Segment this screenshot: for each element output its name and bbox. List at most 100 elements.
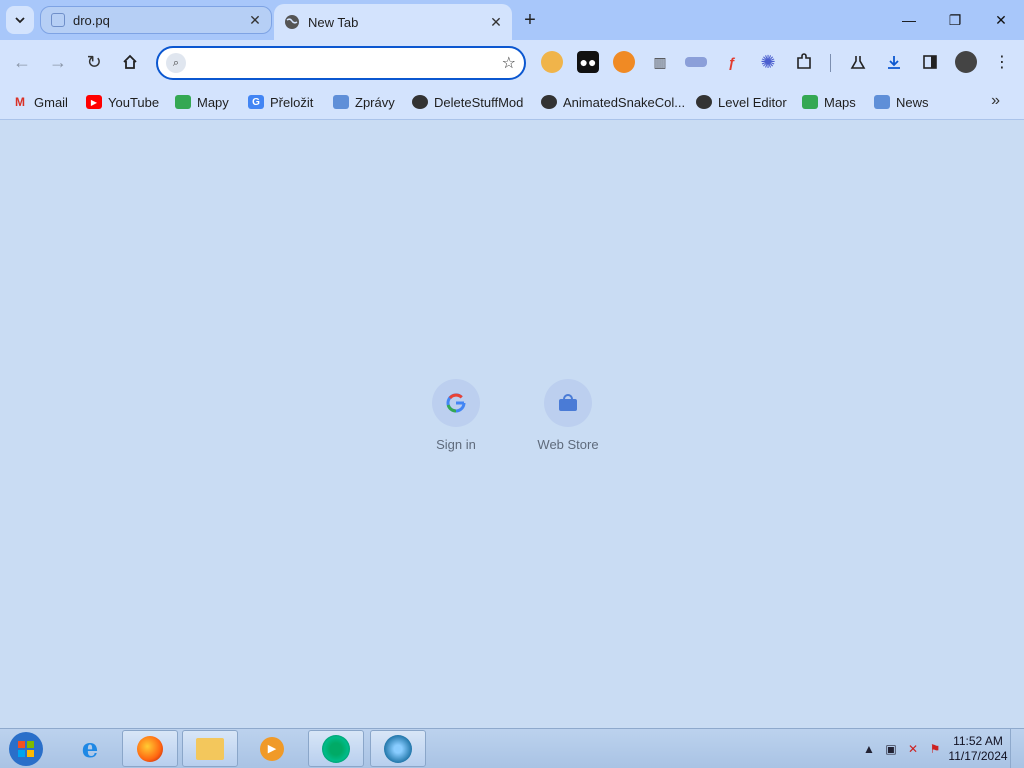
google-icon bbox=[432, 379, 480, 427]
action-center-icon[interactable]: ⚑ bbox=[924, 738, 946, 760]
tab-title: dro.pq bbox=[73, 12, 110, 28]
network-icon[interactable]: ▣ bbox=[880, 738, 902, 760]
chevron-down-icon bbox=[15, 17, 25, 24]
menu-kebab-icon[interactable]: ⋮ bbox=[991, 51, 1013, 73]
bookmark-label: Maps bbox=[824, 94, 856, 110]
globe-icon bbox=[412, 95, 428, 109]
bookmark-star-icon[interactable]: ☆ bbox=[502, 53, 516, 73]
taskbar-browser[interactable] bbox=[308, 730, 364, 767]
clock-time: 11:52 AM bbox=[953, 734, 1003, 748]
bookmark-label: DeleteStuffMod bbox=[434, 94, 524, 110]
bookmark-mapy[interactable]: Mapy bbox=[175, 92, 229, 112]
start-button[interactable] bbox=[6, 731, 46, 767]
show-desktop-button[interactable] bbox=[1010, 729, 1024, 768]
browser-icon bbox=[322, 734, 350, 763]
web-store-icon bbox=[544, 379, 592, 427]
bookmark-label: AnimatedSnakeCol... bbox=[563, 94, 686, 110]
show-hidden-icons-icon[interactable]: ▲ bbox=[858, 738, 880, 760]
bookmark-prelozit[interactable]: G Přeložit bbox=[248, 92, 313, 112]
tab-favicon-icon bbox=[51, 13, 65, 27]
restore-button[interactable]: ❐ bbox=[932, 0, 978, 40]
bookmark-gmail[interactable]: M Gmail bbox=[12, 92, 68, 112]
gmail-icon: M bbox=[15, 95, 25, 109]
extension-5-icon[interactable] bbox=[685, 57, 707, 67]
side-panel-icon[interactable] bbox=[919, 51, 941, 73]
bookmark-animatedsnake[interactable]: AnimatedSnakeCol... bbox=[541, 92, 685, 112]
extension-7-icon[interactable]: ✺ bbox=[757, 51, 779, 73]
globe-icon bbox=[285, 15, 299, 29]
news-icon bbox=[333, 95, 349, 109]
new-tab-page: Sign in Web Store bbox=[0, 121, 1024, 728]
bookmark-label: Zprávy bbox=[355, 94, 395, 110]
bookmark-maps[interactable]: Maps bbox=[802, 92, 856, 112]
download-manager-icon bbox=[384, 734, 412, 763]
internet-explorer-icon: e bbox=[81, 733, 99, 764]
volume-muted-icon[interactable]: ✕ bbox=[902, 738, 924, 760]
window-controls: — ❐ ✕ bbox=[886, 0, 1024, 40]
shortcut-sign-in[interactable]: Sign in bbox=[406, 379, 506, 452]
globe-icon bbox=[541, 95, 557, 109]
toolbar-separator bbox=[830, 54, 831, 72]
bookmark-youtube[interactable]: ▶ YouTube bbox=[86, 92, 159, 112]
bookmark-deletestuffmod[interactable]: DeleteStuffMod bbox=[412, 92, 523, 112]
bookmark-label: YouTube bbox=[108, 94, 160, 110]
omnibox[interactable]: ⌕ ☆ bbox=[156, 46, 526, 80]
shortcut-label: Sign in bbox=[436, 437, 476, 452]
bookmark-label: Gmail bbox=[34, 94, 68, 110]
taskbar-download-manager[interactable] bbox=[370, 730, 426, 767]
extension-2-icon[interactable]: ●● bbox=[577, 51, 599, 73]
search-icon: ⌕ bbox=[166, 53, 186, 73]
bookmark-zpravy[interactable]: Zprávy bbox=[333, 92, 395, 112]
maps-icon bbox=[802, 95, 818, 109]
tab-new-tab[interactable]: New Tab ✕ bbox=[274, 4, 512, 40]
extension-3-icon[interactable] bbox=[613, 51, 635, 73]
new-tab-button[interactable]: + bbox=[518, 8, 542, 32]
news-icon bbox=[874, 95, 890, 109]
bookmark-label: Mapy bbox=[197, 94, 229, 110]
taskbar-media-player[interactable]: ▶ bbox=[244, 730, 300, 767]
bookmarks-overflow-icon[interactable]: » bbox=[991, 92, 1000, 110]
clock[interactable]: 11:52 AM 11/17/2024 bbox=[946, 734, 1010, 764]
tab-search-button[interactable] bbox=[6, 6, 34, 34]
youtube-icon: ▶ bbox=[86, 95, 102, 109]
close-window-button[interactable]: ✕ bbox=[978, 0, 1024, 40]
address-input[interactable] bbox=[196, 55, 502, 71]
reload-button[interactable]: ↻ bbox=[80, 48, 108, 76]
trash-icon[interactable]: ▥ bbox=[649, 51, 671, 73]
clock-date: 11/17/2024 bbox=[948, 749, 1008, 763]
bookmark-news[interactable]: News bbox=[874, 92, 929, 112]
bookmark-label: News bbox=[896, 94, 929, 110]
taskbar-firefox[interactable] bbox=[122, 730, 178, 767]
home-icon bbox=[123, 54, 137, 69]
profile-avatar[interactable] bbox=[955, 51, 977, 73]
minimize-button[interactable]: — bbox=[886, 0, 932, 40]
taskbar: e ▶ ▲ ▣ ✕ ⚑ 11:52 AM 11/17/2024 bbox=[0, 728, 1024, 768]
extension-6-icon[interactable]: ƒ bbox=[721, 51, 743, 73]
bookmark-level-editor[interactable]: Level Editor bbox=[696, 92, 787, 112]
shortcut-label: Web Store bbox=[537, 437, 599, 452]
taskbar-internet-explorer[interactable]: e bbox=[62, 730, 118, 767]
taskbar-file-explorer[interactable] bbox=[182, 730, 238, 767]
translate-icon: G bbox=[248, 95, 264, 109]
firefox-icon bbox=[137, 735, 163, 762]
bookmarks-bar: M Gmail ▶ YouTube Mapy G Přeložit Zprávy… bbox=[0, 84, 1024, 120]
forward-button[interactable]: → bbox=[44, 48, 72, 76]
windows-logo-icon bbox=[9, 732, 43, 766]
tab-close-icon[interactable]: ✕ bbox=[488, 14, 504, 30]
extensions-puzzle-icon[interactable] bbox=[793, 51, 815, 73]
folder-icon bbox=[196, 737, 224, 760]
tab-close-icon[interactable]: ✕ bbox=[247, 12, 263, 28]
media-player-icon: ▶ bbox=[260, 736, 284, 761]
tab-strip: dro.pq ✕ New Tab ✕ + — ❐ ✕ bbox=[0, 0, 1024, 40]
globe-icon bbox=[696, 95, 712, 109]
tab-dro-pq[interactable]: dro.pq ✕ bbox=[40, 6, 272, 34]
bookmark-label: Přeložit bbox=[270, 94, 314, 110]
shortcut-web-store[interactable]: Web Store bbox=[518, 379, 618, 452]
home-button[interactable] bbox=[116, 48, 144, 76]
bookmark-label: Level Editor bbox=[718, 94, 787, 110]
downloads-icon[interactable] bbox=[883, 51, 905, 73]
back-button[interactable]: ← bbox=[8, 48, 36, 76]
labs-flask-icon[interactable] bbox=[847, 51, 869, 73]
extension-1-icon[interactable] bbox=[541, 51, 563, 73]
tab-title: New Tab bbox=[308, 14, 359, 30]
